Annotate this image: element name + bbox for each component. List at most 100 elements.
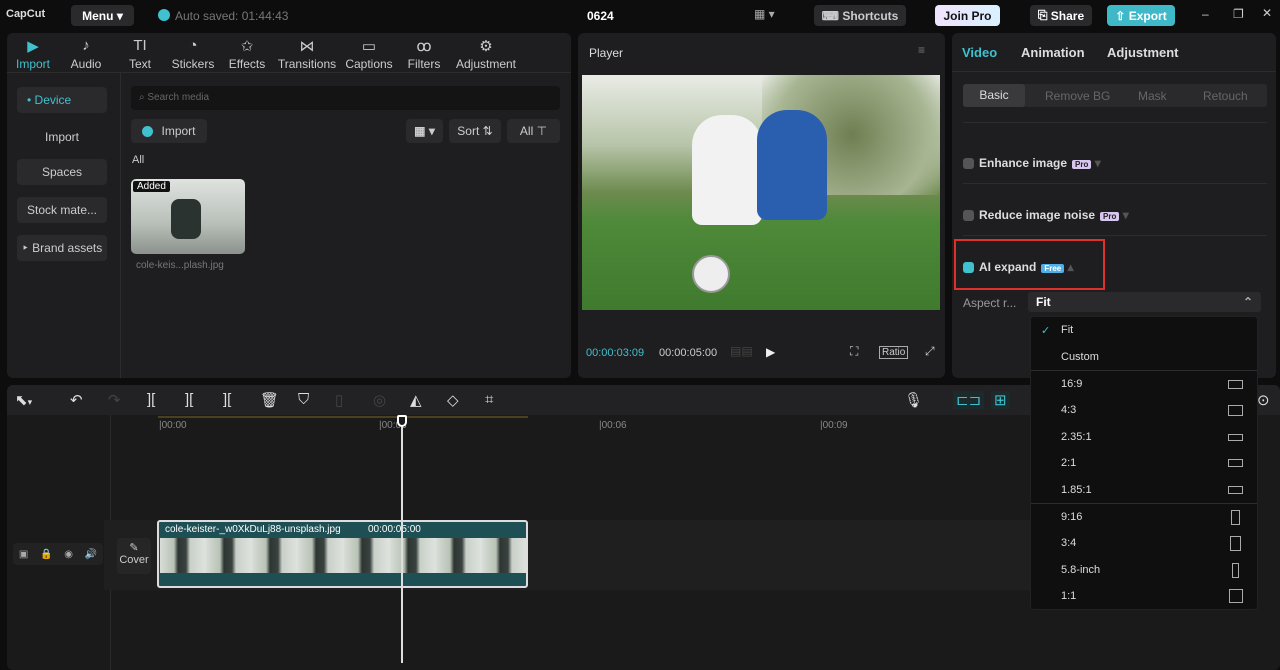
menu-button[interactable]: Menu ▾ [71,5,134,26]
zoom-fit-icon[interactable]: ⛶ [850,344,858,359]
option-custom[interactable]: Custom [1031,344,1259,370]
video-clip[interactable]: cole-keister-_w0XkDuLj88-unsplash.jpg 00… [157,520,528,588]
tab-transitions[interactable]: ⋈ Transitions [277,37,337,71]
option-16-9[interactable]: 16:9 [1031,371,1259,397]
ai-expand-row[interactable]: AI expand Free ▴ [963,260,1074,274]
video-preview[interactable] [582,75,940,310]
tab-text[interactable]: TI Text [110,37,170,71]
media-thumbnail[interactable]: Added [131,179,245,254]
enhance-checkbox[interactable] [963,158,974,170]
option-2-35-1[interactable]: 2.35:1 [1031,424,1259,450]
top-bar: CapCut Menu ▾ Auto saved: 01:44:43 0624 … [0,0,1280,32]
join-pro-button[interactable]: Join Pro [935,5,1000,26]
undo-icon[interactable]: ↶ [70,391,83,409]
option-9-16[interactable]: 9:16 [1031,504,1259,530]
track-video-icon[interactable]: ▣ [19,549,28,560]
reduce-noise-row[interactable]: Reduce image noise Pro ▾ [963,208,1129,222]
export-button[interactable]: ⇧ Export [1107,5,1175,26]
microphone-icon[interactable]: 🎙 [904,391,923,409]
sidebar-item-import[interactable]: Import [17,124,107,150]
sidebar-item-stock[interactable]: Stock mate... [17,197,107,223]
audio-icon[interactable]: 🔊 [85,549,97,560]
subtab-retouch[interactable]: Retouch [1203,89,1248,103]
plus-icon [142,125,154,137]
playhead-handle[interactable] [397,415,407,427]
sidebar-item-brand-assets[interactable]: ‣ Brand assets [17,235,107,261]
view-toggle[interactable]: ▦ ▾ [406,119,443,143]
search-input[interactable]: ⌕ Search media [131,86,560,110]
tab-stickers[interactable]: ◔ Stickers [163,37,223,71]
tab-import[interactable]: ▶ Import [3,37,63,71]
tab-adjustment-props[interactable]: Adjustment [1107,45,1179,60]
redo-icon[interactable]: ↷ [108,391,121,409]
option-1-1[interactable]: 1:1 [1031,583,1259,609]
subtabs: Basic Remove BG Mask Retouch [963,84,1267,107]
ratio-button[interactable]: Ratio [879,346,909,359]
mirror-icon[interactable]: ◭ [410,391,422,409]
select-tool-icon[interactable]: ⬉▾ [15,391,32,409]
split-right-icon[interactable]: ][ [223,391,231,408]
split-left-icon[interactable]: ][ [185,391,193,408]
tab-filters[interactable]: ꝏ Filters [394,37,454,71]
eye-icon[interactable]: ◉ [64,549,73,560]
delete-icon[interactable]: 🗑 [260,391,279,409]
snap-icon[interactable]: ⊞ [991,391,1010,409]
tab-animation[interactable]: Animation [1021,45,1085,60]
option-1-85-1[interactable]: 1.85:1 [1031,477,1259,503]
layout-icon[interactable]: ▦ ▾ [754,7,775,21]
option-label: 16:9 [1061,378,1083,390]
sidebar-item-spaces[interactable]: Spaces [17,159,107,185]
fullscreen-icon[interactable]: ⤢ [925,344,935,359]
divider [952,71,1276,72]
enhance-image-row[interactable]: Enhance image Pro ▾ [963,156,1101,170]
minimize-icon[interactable]: – [1202,7,1209,21]
shield-icon[interactable]: ⛉ [298,391,309,408]
aspect-ratio-select[interactable]: Fit ⌃ [1028,292,1261,312]
option-5-8-inch[interactable]: 5.8-inch [1031,557,1259,583]
tab-effects[interactable]: ✩ Effects [217,37,277,71]
option-fit[interactable]: ✓ Fit [1031,317,1259,343]
playhead[interactable] [401,418,403,663]
pro-badge: Pro [1072,160,1092,169]
subtab-mask[interactable]: Mask [1138,89,1167,103]
caret-down-icon: ▾ [1122,208,1129,222]
close-icon[interactable]: ✕ [1262,6,1272,20]
ai-expand-checkbox[interactable] [963,262,974,274]
import-button[interactable]: Import [131,119,207,143]
waveform-icon[interactable]: ▤▤ [730,344,753,358]
clip-duration: 00:00:05:00 [368,524,421,535]
tick-label: |00:06 [599,420,627,431]
reduce-noise-checkbox[interactable] [963,210,974,222]
reverse-icon[interactable]: ◎ [373,391,386,409]
sidebar-item-device[interactable]: • Device [17,87,107,113]
pro-badge: Pro [1100,212,1120,221]
export-icon: ⇧ [1115,8,1129,23]
tab-audio[interactable]: ♪ Audio [56,37,116,71]
option-2-1[interactable]: 2:1 [1031,450,1259,476]
subtab-basic[interactable]: Basic [963,84,1025,107]
option-3-4[interactable]: 3:4 [1031,530,1259,556]
tab-video[interactable]: Video [962,45,997,60]
split-icon[interactable]: ][ [147,391,155,408]
sort-button[interactable]: Sort ⇅ [449,119,501,143]
crop-icon[interactable]: ⌗ [485,391,493,408]
freeze-icon[interactable]: ▯ [335,391,343,409]
option-4-3[interactable]: 4:3 [1031,397,1259,423]
link-icon[interactable]: ⊏⊐ [953,391,985,409]
tab-label: Audio [70,57,102,71]
tab-captions[interactable]: ▭ Captions [339,37,399,71]
filter-button[interactable]: All ⊤ [507,119,560,143]
rotate-icon[interactable]: ◇ [447,391,459,409]
shortcuts-button[interactable]: ⌨ Shortcuts [814,5,906,26]
player-title: Player [589,46,624,60]
filters-icon: ꝏ [416,38,432,55]
caret-down-icon: ▾ [1094,156,1101,170]
play-icon[interactable]: ▶ [766,345,775,359]
restore-icon[interactable]: ❐ [1233,7,1244,21]
cover-button[interactable]: ✎ Cover [117,538,151,574]
subtab-remove-bg[interactable]: Remove BG [1045,89,1110,103]
player-menu-icon[interactable]: ≡ [918,43,925,57]
tab-adjustment[interactable]: ⚙ Adjustment [456,37,516,71]
lock-icon[interactable]: 🔒 [40,549,52,560]
share-button[interactable]: ⎘ Share [1030,5,1092,26]
